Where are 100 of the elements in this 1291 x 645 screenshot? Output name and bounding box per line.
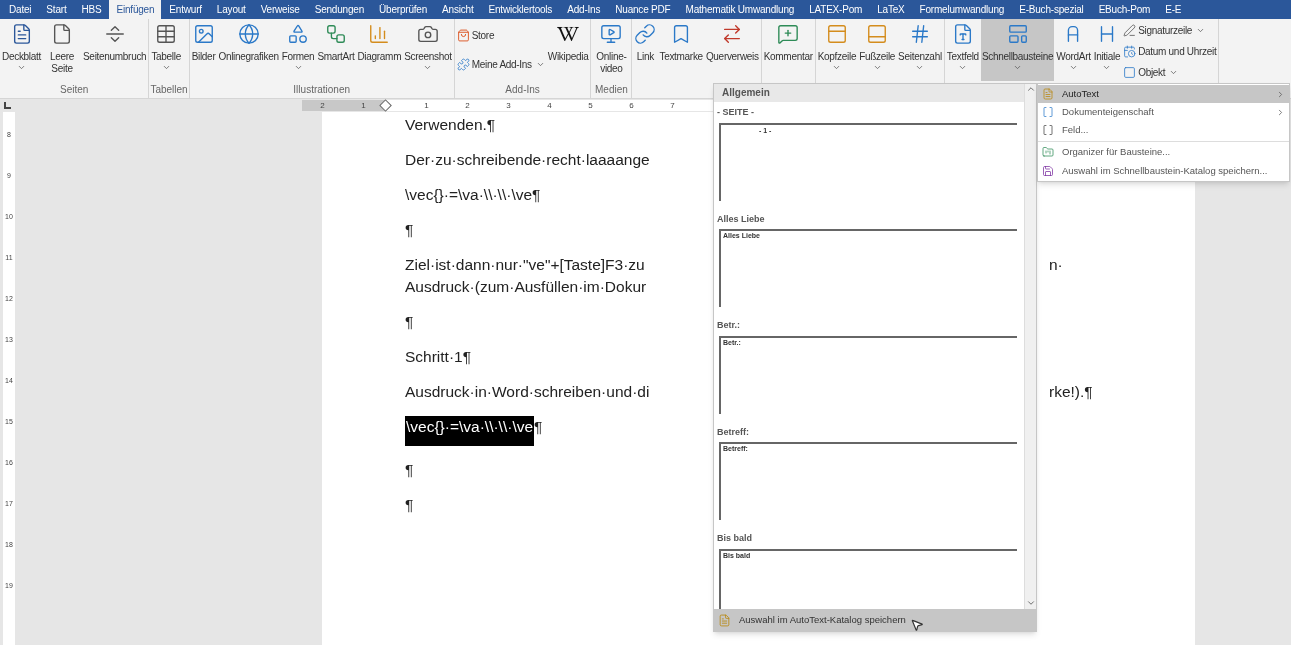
group-label: Tabellen bbox=[150, 83, 188, 97]
ribbon-tab[interactable]: Start bbox=[39, 0, 74, 19]
quick-parts-icon bbox=[1006, 23, 1029, 45]
scrollbar[interactable] bbox=[1024, 84, 1036, 609]
document-text: Ausdruck·in·Word·schreiben·und·di bbox=[405, 382, 650, 402]
ribbon-button[interactable]: Wikipedia bbox=[546, 19, 590, 81]
ribbon-button[interactable]: Meine Add-Ins bbox=[455, 55, 546, 74]
blank-page-icon bbox=[51, 23, 73, 45]
ruler-number: 4 bbox=[546, 100, 553, 111]
ribbon-button[interactable]: Bilder bbox=[190, 19, 217, 81]
ribbon-tab[interactable]: E-Buch-spezial bbox=[1012, 0, 1091, 19]
document-text: Schritt·1¶ bbox=[405, 347, 472, 367]
footer-icon bbox=[866, 23, 889, 45]
pilcrow-mark: ¶ bbox=[534, 417, 543, 437]
ribbon-tab[interactable]: LaTeX bbox=[870, 0, 912, 19]
object-icon bbox=[1123, 65, 1137, 79]
save-to-autotext-menu-item[interactable]: Auswahl im AutoText-Katalog speichern bbox=[714, 609, 1036, 631]
organizer-icon bbox=[1042, 146, 1054, 158]
ribbon-button[interactable]: Textmarke bbox=[658, 19, 704, 81]
document-text: Ausdruck·(zum·Ausfüllen·im·Dokur bbox=[405, 277, 647, 297]
ribbon-button[interactable]: Screenshot bbox=[403, 19, 453, 81]
group-label: Add-Ins bbox=[505, 83, 540, 97]
menu-item[interactable]: AutoText bbox=[1038, 85, 1289, 103]
ribbon-tab[interactable]: Sendungen bbox=[307, 0, 372, 19]
document-text: rke!).¶ bbox=[1049, 383, 1093, 400]
ruler-number: 3 bbox=[505, 100, 512, 111]
page-break-icon bbox=[103, 23, 126, 45]
ribbon-button[interactable]: Formen bbox=[280, 19, 316, 81]
link-icon bbox=[634, 23, 657, 45]
ribbon-tab[interactable]: Entwicklertools bbox=[481, 0, 560, 19]
ribbon-tab[interactable]: HBS bbox=[74, 0, 109, 19]
ribbon-tab[interactable]: Überprüfen bbox=[372, 0, 435, 19]
ribbon-button[interactable]: Signaturzeile bbox=[1122, 21, 1218, 39]
group-label: Medien bbox=[595, 83, 628, 97]
scroll-up-icon[interactable] bbox=[1025, 84, 1036, 94]
camera-icon bbox=[416, 23, 439, 45]
document-text: \vec{}·=\va·\\·\\·\ve bbox=[405, 416, 535, 446]
puzzle-icon bbox=[456, 58, 470, 71]
shapes-icon bbox=[287, 23, 310, 45]
ribbon-button[interactable]: Leere Seite bbox=[43, 19, 81, 81]
ribbon-tab[interactable]: Entwurf bbox=[162, 0, 209, 19]
document-text: Ziel·ist·dann·nur·"ve"+[Taste]F3·zu bbox=[405, 255, 645, 275]
ribbon-button[interactable]: Fußzeile bbox=[858, 19, 897, 81]
ribbon-tab[interactable]: Mathematik Umwandlung bbox=[678, 0, 802, 19]
ribbon-tab[interactable]: Layout bbox=[209, 0, 253, 19]
scroll-down-icon[interactable] bbox=[1025, 598, 1036, 608]
ribbon-button[interactable]: Onlinegrafiken bbox=[217, 19, 280, 81]
document-text: Verwenden.¶ bbox=[405, 115, 496, 135]
store-bag-icon bbox=[456, 29, 470, 42]
document-text: ¶ bbox=[405, 312, 414, 332]
ribbon-button[interactable]: SmartArt bbox=[316, 19, 356, 81]
menu-item[interactable]: Dokumenteigenschaft bbox=[1038, 103, 1289, 121]
ribbon-button[interactable]: Schnellbausteine bbox=[980, 19, 1055, 81]
ribbon-button[interactable]: Deckblatt bbox=[1, 19, 42, 81]
ribbon-tab[interactable]: Add-Ins bbox=[560, 0, 608, 19]
ribbon-button[interactable]: Initiale bbox=[1092, 19, 1122, 81]
document-text: \vec{}·=\va·\\·\\·\ve¶ bbox=[405, 185, 541, 205]
ribbon-tab[interactable]: LATEX-Pom bbox=[802, 0, 870, 19]
group-label: Seiten bbox=[60, 83, 89, 97]
ribbon-button[interactable]: Online-video bbox=[592, 19, 631, 81]
ribbon-tab[interactable]: Nuance PDF bbox=[608, 0, 678, 19]
ribbon-button[interactable]: Kopfzeile bbox=[816, 19, 858, 81]
ribbon-tab[interactable]: Formelumwandlung bbox=[912, 0, 1012, 19]
gallery-section-title: Betr.: bbox=[717, 319, 741, 332]
ribbon-tab[interactable]: Einfügen bbox=[109, 0, 162, 19]
signature-icon bbox=[1123, 23, 1137, 37]
picture-icon bbox=[192, 23, 215, 45]
ribbon-button[interactable]: Textfeld bbox=[945, 19, 980, 81]
ruler-number: 1 bbox=[423, 100, 430, 111]
menu-item[interactable]: Auswahl im Schnellbaustein-Katalog speichern... bbox=[1038, 162, 1289, 180]
ruler-number: 2 bbox=[464, 100, 471, 111]
ribbon-button[interactable]: Seitenumbruch bbox=[82, 19, 148, 81]
menu-item[interactable]: Feld... bbox=[1038, 121, 1289, 139]
document-text: ¶ bbox=[405, 460, 414, 480]
ribbon-tab[interactable]: Datei bbox=[2, 0, 39, 19]
menu-item[interactable]: Organizer für Bausteine... bbox=[1038, 141, 1289, 162]
save-icon bbox=[1042, 165, 1054, 177]
ribbon-tab[interactable]: Verweise bbox=[253, 0, 307, 19]
ribbon-button[interactable]: Link bbox=[633, 19, 658, 81]
ribbon-tab[interactable]: Ansicht bbox=[435, 0, 481, 19]
online-video-icon bbox=[600, 23, 623, 45]
gallery-section-title: - SEITE - bbox=[717, 106, 755, 119]
ribbon-tab[interactable]: E-E bbox=[1158, 0, 1189, 19]
gallery-section-title: Betreff: bbox=[717, 425, 750, 439]
ribbon-tab[interactable]: EBuch-Pom bbox=[1091, 0, 1158, 19]
tab-stop-icon[interactable] bbox=[4, 102, 11, 109]
ribbon-button[interactable]: WordArt bbox=[1055, 19, 1092, 81]
ribbon-button[interactable]: Store bbox=[455, 26, 546, 45]
ribbon-button[interactable]: Kommentar bbox=[762, 19, 814, 81]
document-text: n· bbox=[1049, 256, 1063, 273]
table-icon bbox=[155, 23, 178, 45]
ribbon-button[interactable]: Objekt bbox=[1122, 63, 1218, 81]
smartart-icon bbox=[324, 23, 347, 45]
ribbon-button[interactable]: Querverweis bbox=[704, 19, 760, 81]
ribbon-button[interactable]: Seitenzahl bbox=[897, 19, 943, 81]
document-text: ¶ bbox=[405, 220, 414, 240]
ribbon-button[interactable]: Tabelle bbox=[150, 19, 182, 81]
ribbon-button[interactable]: Datum und Uhrzeit bbox=[1122, 42, 1218, 60]
ribbon-button[interactable]: Diagramm bbox=[356, 19, 403, 81]
bar-chart-icon bbox=[368, 23, 391, 45]
